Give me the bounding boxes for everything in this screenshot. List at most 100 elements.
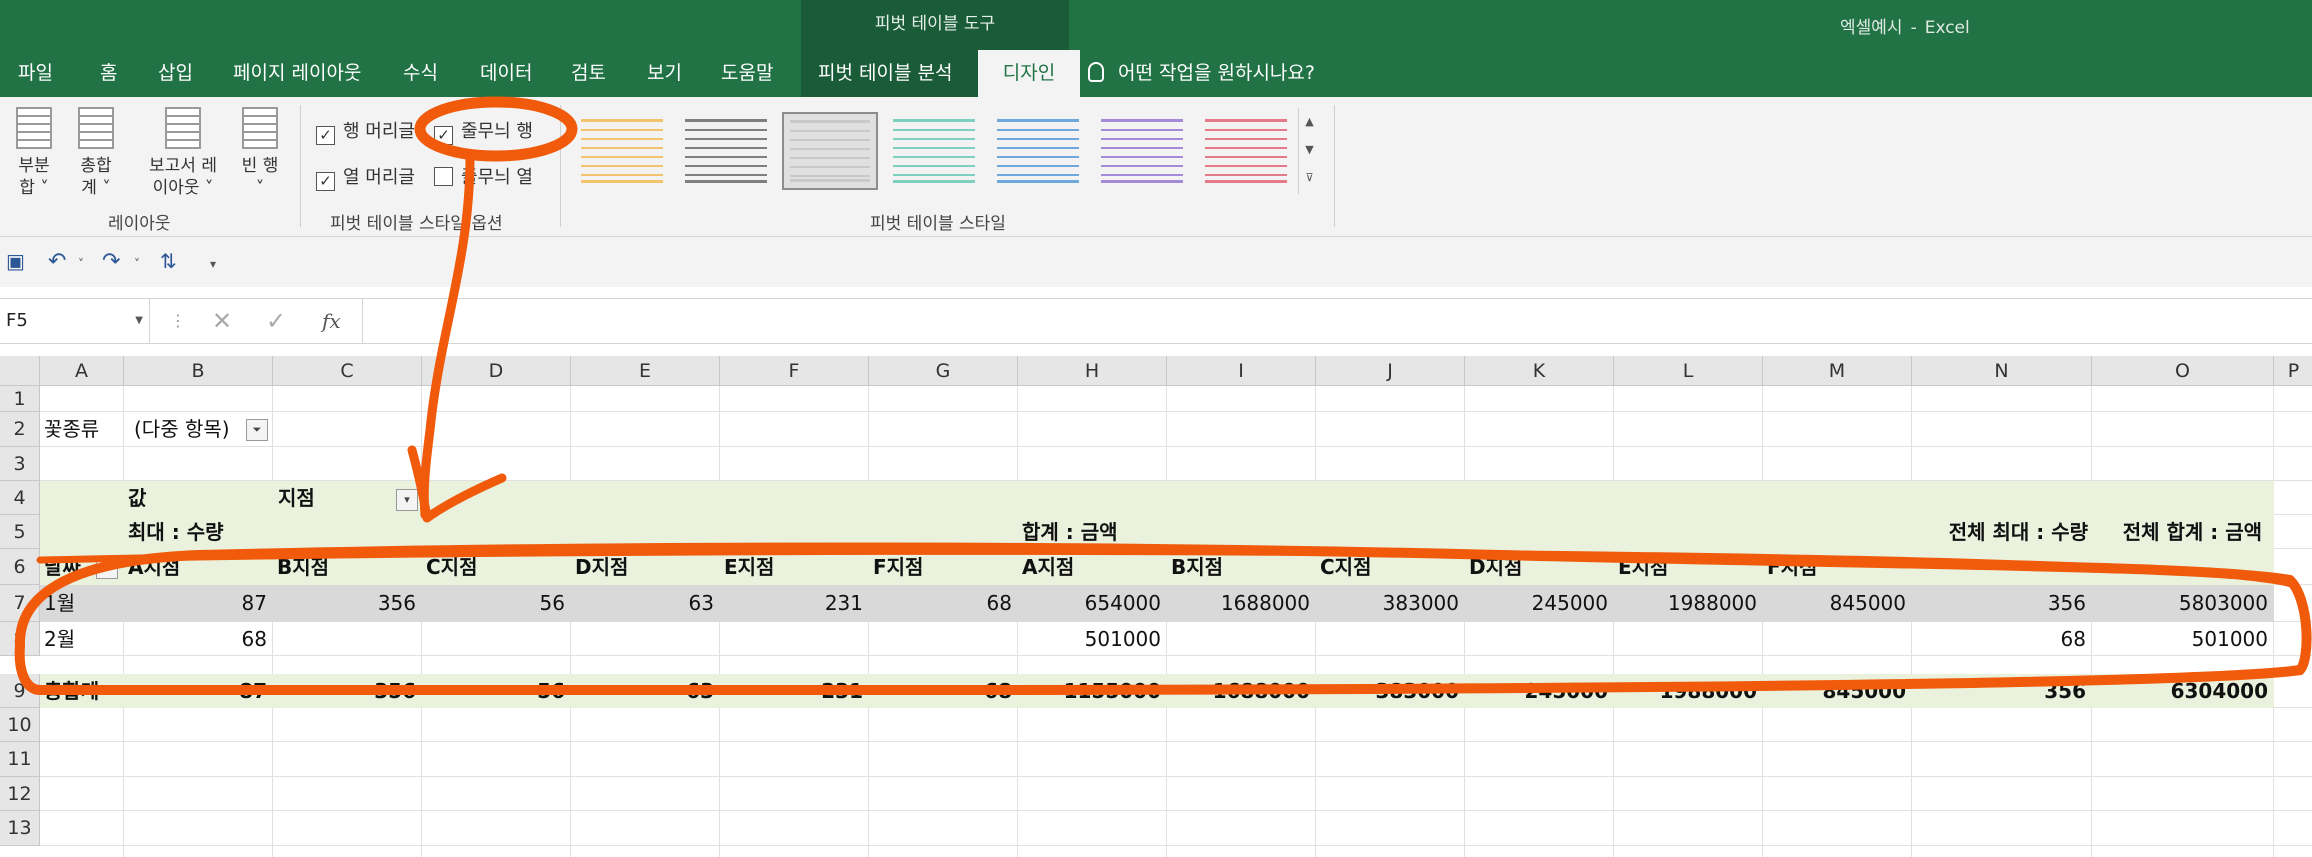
pivot-style-thumb[interactable]: [886, 112, 982, 190]
column-header-f[interactable]: F: [720, 356, 869, 386]
pivot-value-cell[interactable]: 356: [273, 585, 416, 622]
insert-function-icon[interactable]: fx: [322, 309, 341, 333]
pivot-value-cell[interactable]: 231: [720, 585, 863, 622]
banded-cols-checkbox[interactable]: 줄무늬 열: [434, 163, 533, 189]
pivot-value-cell[interactable]: 654000: [1018, 585, 1161, 622]
select-all-corner[interactable]: [0, 356, 40, 386]
column-header-b[interactable]: B: [124, 356, 273, 386]
pivot-grand-total-value[interactable]: 845000: [1763, 674, 1907, 708]
pivot-value-cell[interactable]: 68: [869, 585, 1012, 622]
pivot-grand-total-value[interactable]: 1155000: [1018, 674, 1161, 708]
column-header-c[interactable]: C: [273, 356, 422, 386]
pivot-branch-header[interactable]: B지점: [277, 549, 329, 585]
row-header-5[interactable]: 5: [0, 515, 40, 549]
column-header-k[interactable]: K: [1465, 356, 1614, 386]
pivot-total-sum-amount-label[interactable]: 전체 합계 : 금액: [2092, 515, 2262, 549]
column-header-m[interactable]: M: [1763, 356, 1912, 386]
tab-view[interactable]: 보기: [647, 50, 682, 97]
row-header-6[interactable]: 6: [0, 549, 40, 585]
pivot-value-cell[interactable]: 1988000: [1614, 585, 1757, 622]
row-header-7[interactable]: 7: [0, 585, 40, 622]
pivot-grand-total-value[interactable]: 68: [869, 674, 1012, 708]
customize-qat-icon[interactable]: ▾: [210, 257, 216, 271]
pivot-branch-header[interactable]: C지점: [426, 549, 477, 585]
tab-review[interactable]: 검토: [571, 50, 606, 97]
tab-insert[interactable]: 삽입: [158, 50, 193, 97]
tab-pivot-analyze[interactable]: 피벗 테이블 분석: [818, 50, 952, 97]
save-icon[interactable]: ▣: [6, 249, 25, 273]
undo-dropdown-icon[interactable]: ˅: [78, 257, 84, 271]
tell-me[interactable]: 어떤 작업을 원하시나요?: [1088, 50, 1315, 97]
column-header-i[interactable]: I: [1167, 356, 1316, 386]
pivot-style-thumb[interactable]: [678, 112, 774, 190]
pivot-row-label[interactable]: 2월: [44, 622, 75, 656]
row-header-3[interactable]: 3: [0, 447, 40, 481]
pivot-value-cell[interactable]: 501000: [1018, 622, 1161, 656]
pivot-branch-header[interactable]: B지점: [1171, 549, 1223, 585]
pivot-row-label[interactable]: 1월: [44, 585, 75, 622]
pivot-column-field[interactable]: 지점: [278, 481, 315, 515]
pivot-branch-header[interactable]: C지점: [1320, 549, 1371, 585]
pivot-sum-amount-label[interactable]: 합계 : 금액: [1022, 515, 1118, 549]
undo-icon[interactable]: ↶: [48, 249, 66, 274]
pivot-style-thumb[interactable]: [574, 112, 670, 190]
pivot-filter-field[interactable]: 꽃종류: [44, 412, 99, 447]
pivot-branch-header[interactable]: A지점: [1022, 549, 1074, 585]
tab-help[interactable]: 도움말: [721, 50, 773, 97]
pivot-style-thumb-selected[interactable]: [782, 112, 878, 190]
row-header-11[interactable]: 11: [0, 742, 40, 777]
banded-rows-checkbox[interactable]: ✓ 줄무늬 행: [434, 117, 533, 145]
pivot-value-cell[interactable]: 383000: [1316, 585, 1459, 622]
pivot-style-thumb[interactable]: [990, 112, 1086, 190]
pivot-grand-total-value[interactable]: 231: [720, 674, 863, 708]
row-header-12[interactable]: 12: [0, 777, 40, 811]
row-header-10[interactable]: 10: [0, 708, 40, 742]
row-header-9[interactable]: 9: [0, 674, 40, 708]
pivot-grand-total-value[interactable]: 87: [124, 674, 267, 708]
pivot-filter-value[interactable]: (다중 항목): [134, 412, 230, 447]
pivot-branch-header[interactable]: A지점: [128, 549, 180, 585]
pivot-value-cell[interactable]: 356: [1912, 585, 2086, 622]
pivot-value-cell[interactable]: 87: [124, 585, 267, 622]
pivot-grand-total-value[interactable]: 1988000: [1614, 674, 1757, 708]
column-header-h[interactable]: H: [1018, 356, 1167, 386]
enter-icon[interactable]: ✓: [266, 307, 286, 335]
pivot-grand-total-value[interactable]: 56: [422, 674, 565, 708]
row-header-1[interactable]: 1: [0, 386, 40, 412]
pivot-branch-header[interactable]: F지점: [873, 549, 923, 585]
filter-dropdown-icon[interactable]: ⏷: [246, 419, 268, 441]
pivot-row-field[interactable]: 날짜: [44, 549, 81, 585]
pivot-value-cell[interactable]: 245000: [1465, 585, 1608, 622]
pivot-values-label[interactable]: 값: [128, 481, 146, 515]
pivot-max-qty-label[interactable]: 최대 : 수량: [128, 515, 224, 549]
pivot-branch-header[interactable]: D지점: [575, 549, 628, 585]
row-headers-checkbox[interactable]: ✓ 행 머리글: [316, 117, 415, 145]
row-header-4[interactable]: 4: [0, 481, 40, 515]
column-header-l[interactable]: L: [1614, 356, 1763, 386]
column-header-p[interactable]: P: [2274, 356, 2312, 386]
column-header-e[interactable]: E: [571, 356, 720, 386]
cancel-icon[interactable]: ✕: [212, 307, 232, 335]
tab-design[interactable]: 디자인: [978, 50, 1080, 97]
pivot-grand-total-value[interactable]: 63: [571, 674, 714, 708]
pivot-branch-header[interactable]: E지점: [724, 549, 774, 585]
column-header-d[interactable]: D: [422, 356, 571, 386]
pivot-branch-header[interactable]: D지점: [1469, 549, 1522, 585]
col-headers-checkbox[interactable]: ✓ 열 머리글: [316, 163, 415, 191]
pivot-total-max-qty-label[interactable]: 전체 최대 : 수량: [1912, 515, 2088, 549]
pivot-grand-total-value[interactable]: 356: [1912, 674, 2086, 708]
pivot-value-cell[interactable]: 1688000: [1167, 585, 1310, 622]
name-box[interactable]: F5 ▼: [0, 299, 150, 343]
blank-rows-button[interactable]: 빈 행 ˅: [230, 101, 290, 199]
gallery-down-icon[interactable]: ▼: [1299, 136, 1320, 164]
column-header-a[interactable]: A: [40, 356, 124, 386]
column-header-g[interactable]: G: [869, 356, 1018, 386]
column-header-o[interactable]: O: [2092, 356, 2274, 386]
pivot-grand-total-label[interactable]: 총합계: [44, 674, 99, 708]
pivot-value-cell[interactable]: 68: [1912, 622, 2086, 656]
tab-home[interactable]: 홈: [100, 50, 117, 97]
redo-dropdown-icon[interactable]: ˅: [134, 257, 140, 271]
row-header-13[interactable]: 13: [0, 811, 40, 846]
pivot-value-cell[interactable]: 845000: [1763, 585, 1906, 622]
pivot-value-cell[interactable]: 68: [124, 622, 267, 656]
